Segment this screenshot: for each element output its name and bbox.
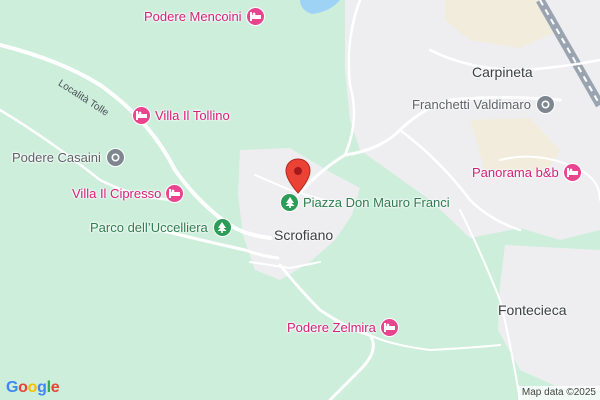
logo-letter: G [6, 379, 19, 396]
poi-label: Villa Il Tollino [155, 107, 230, 123]
tree-icon [280, 193, 299, 212]
place-label-carpineta: Carpineta [472, 64, 533, 80]
poi-label: Parco dell’Uccelliera [90, 219, 208, 235]
poi-piazza-don-mauro-franci[interactable]: Piazza Don Mauro Franci [280, 193, 450, 212]
hotel-bed-icon [562, 163, 582, 182]
poi-label: Podere Zelmira [287, 319, 376, 335]
hotel-bed-icon [132, 106, 151, 125]
logo-letter: e [50, 379, 60, 396]
hotel-bed-icon [379, 318, 399, 337]
map-attribution: Map data ©2025 [517, 386, 600, 400]
place-dot-icon [535, 95, 555, 114]
poi-panorama-bb[interactable]: Panorama b&b [472, 163, 582, 182]
tree-icon [212, 218, 232, 237]
poi-podere-mencoini[interactable]: Podere Mencoini [144, 7, 265, 26]
poi-podere-casaini[interactable]: Podere Casaini [12, 148, 125, 167]
poi-label: Podere Casaini [12, 149, 101, 165]
place-label-fontecieca: Fontecieca [498, 302, 567, 318]
poi-parco-delluccelliera[interactable]: Parco dell’Uccelliera [90, 218, 232, 237]
poi-label: Villa Il Cipresso [72, 185, 162, 201]
poi-label: Panorama b&b [472, 164, 559, 180]
logo-letter: o [27, 379, 38, 396]
poi-label: Piazza Don Mauro Franci [303, 194, 450, 210]
logo-letter: o [18, 379, 28, 396]
hotel-bed-icon [165, 184, 185, 203]
poi-podere-zelmira[interactable]: Podere Zelmira [287, 318, 399, 337]
hotel-bed-icon [245, 7, 265, 26]
place-dot-icon [105, 148, 125, 167]
place-label-scrofiano: Scrofiano [274, 227, 334, 243]
poi-label: Franchetti Valdimaro [412, 96, 531, 112]
poi-label: Podere Mencoini [144, 8, 242, 24]
poi-franchetti-valdimaro[interactable]: Franchetti Valdimaro [412, 95, 555, 114]
google-logo: Google [6, 379, 60, 397]
poi-villa-il-tollino[interactable]: Villa Il Tollino [132, 106, 230, 125]
poi-villa-il-cipresso[interactable]: Villa Il Cipresso [72, 184, 185, 203]
logo-letter: g [37, 379, 47, 396]
